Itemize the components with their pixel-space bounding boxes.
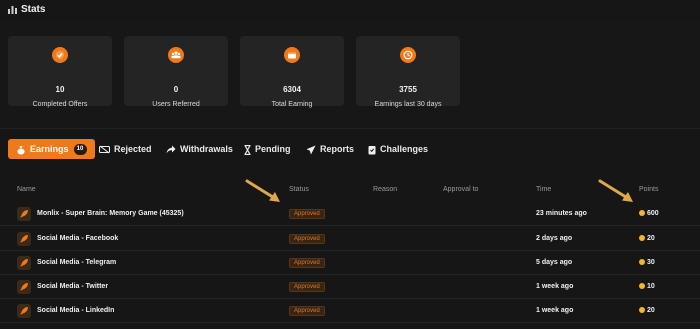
column-header-name: Name bbox=[17, 186, 36, 193]
coin-icon bbox=[639, 259, 645, 265]
row-time: 5 days ago bbox=[536, 259, 573, 266]
table-row[interactable]: Social Media - Facebook Approved 2 days … bbox=[0, 226, 700, 251]
tab-label: Earnings bbox=[30, 144, 69, 154]
stat-label: Users Referred bbox=[152, 101, 200, 108]
row-name: Social Media - Facebook bbox=[37, 235, 119, 242]
annotation-arrow-icon bbox=[598, 179, 633, 202]
tab-label: Rejected bbox=[114, 144, 152, 154]
row-points: 20 bbox=[639, 307, 655, 314]
clock-icon bbox=[400, 47, 416, 63]
money-bag-icon bbox=[17, 145, 25, 155]
divider bbox=[0, 128, 700, 129]
column-header-status: Status bbox=[289, 186, 309, 193]
tab-earnings[interactable]: Earnings 10 bbox=[8, 139, 95, 159]
tab-label: Pending bbox=[255, 144, 291, 154]
table-header: Name Status Reason Approval to Time Poin… bbox=[0, 178, 700, 198]
row-points: 30 bbox=[639, 259, 655, 266]
points-value: 600 bbox=[647, 210, 659, 217]
tab-rejected[interactable]: Rejected bbox=[98, 139, 152, 159]
row-time: 1 week ago bbox=[536, 307, 574, 314]
status-badge: Approved bbox=[289, 282, 325, 292]
annotation-arrow-icon bbox=[245, 179, 280, 202]
table-row[interactable]: Social Media - LinkedIn Approved 1 week … bbox=[0, 298, 700, 323]
coin-icon bbox=[639, 307, 645, 313]
stat-label: Total Earning bbox=[271, 101, 313, 108]
table-row[interactable]: Social Media - Telegram Approved 5 days … bbox=[0, 250, 700, 275]
rocket-icon bbox=[17, 256, 31, 270]
status-badge: Approved bbox=[289, 209, 325, 219]
tab-label: Challenges bbox=[380, 144, 429, 154]
rejected-icon bbox=[98, 145, 111, 154]
stat-label: Earnings last 30 days bbox=[374, 101, 442, 108]
stat-value: 0 bbox=[173, 85, 179, 94]
top-bar: Stats bbox=[0, 0, 700, 20]
tab-label: Withdrawals bbox=[180, 144, 233, 154]
status-badge: Approved bbox=[289, 306, 325, 316]
stat-card-total-earning: 6304 Total Earning bbox=[240, 36, 344, 108]
tab-pending[interactable]: Pending bbox=[244, 139, 291, 159]
column-header-approval-to: Approval to bbox=[443, 186, 479, 193]
tab-reports[interactable]: Reports bbox=[306, 139, 354, 159]
row-time: 23 minutes ago bbox=[536, 210, 587, 217]
stats-section: 10 Completed Offers 0 Users Referred 630… bbox=[0, 20, 700, 128]
tab-bar: Earnings 10 Rejected Withdrawals Pending … bbox=[0, 136, 700, 162]
tab-withdrawals[interactable]: Withdrawals bbox=[166, 139, 233, 159]
points-value: 10 bbox=[647, 283, 655, 290]
row-points: 20 bbox=[639, 235, 655, 242]
column-header-points: Points bbox=[639, 186, 659, 193]
row-name: Monlix - Super Brain: Memory Game (45325… bbox=[37, 210, 184, 217]
rocket-icon bbox=[17, 232, 31, 246]
hourglass-icon bbox=[244, 144, 251, 155]
coin-icon bbox=[639, 283, 645, 289]
row-points: 10 bbox=[639, 283, 655, 290]
row-time: 1 week ago bbox=[536, 283, 574, 290]
tab-badge: 10 bbox=[73, 144, 87, 156]
stat-value: 6304 bbox=[283, 85, 301, 94]
challenge-icon bbox=[368, 145, 376, 155]
status-badge: Approved bbox=[289, 258, 325, 268]
row-points: 600 bbox=[639, 210, 659, 217]
points-value: 20 bbox=[647, 235, 655, 242]
tab-challenges[interactable]: Challenges bbox=[368, 139, 428, 159]
share-arrow-icon bbox=[166, 145, 176, 154]
coin-icon bbox=[639, 235, 645, 241]
rocket-icon bbox=[17, 207, 31, 221]
rocket-icon bbox=[17, 280, 31, 294]
users-icon bbox=[168, 47, 184, 63]
page-title: Stats bbox=[21, 4, 46, 15]
column-header-reason: Reason bbox=[373, 186, 398, 193]
row-name: Social Media - Twitter bbox=[37, 283, 109, 290]
points-value: 20 bbox=[647, 307, 655, 314]
column-header-time: Time bbox=[536, 186, 552, 193]
stat-label: Completed Offers bbox=[32, 101, 88, 108]
table-row[interactable]: Social Media - Twitter Approved 1 week a… bbox=[0, 274, 700, 299]
points-value: 30 bbox=[647, 259, 655, 266]
status-badge: Approved bbox=[289, 234, 325, 244]
stat-value: 3755 bbox=[399, 85, 417, 94]
coin-icon bbox=[639, 210, 645, 216]
stat-value: 10 bbox=[55, 85, 65, 94]
bar-chart-icon bbox=[8, 6, 17, 14]
row-name: Social Media - LinkedIn bbox=[37, 307, 115, 314]
check-circle-icon bbox=[52, 47, 68, 63]
stat-card-users-referred: 0 Users Referred bbox=[124, 36, 228, 108]
stat-card-completed-offers: 10 Completed Offers bbox=[8, 36, 112, 108]
row-name: Social Media - Telegram bbox=[37, 259, 117, 266]
send-icon bbox=[306, 145, 316, 155]
row-time: 2 days ago bbox=[536, 235, 573, 242]
stat-card-earnings-30-days: 3755 Earnings last 30 days bbox=[356, 36, 460, 108]
rocket-icon bbox=[17, 304, 31, 318]
wallet-icon bbox=[284, 47, 300, 63]
table-row[interactable]: Monlix - Super Brain: Memory Game (45325… bbox=[0, 201, 700, 226]
tab-label: Reports bbox=[320, 144, 355, 154]
